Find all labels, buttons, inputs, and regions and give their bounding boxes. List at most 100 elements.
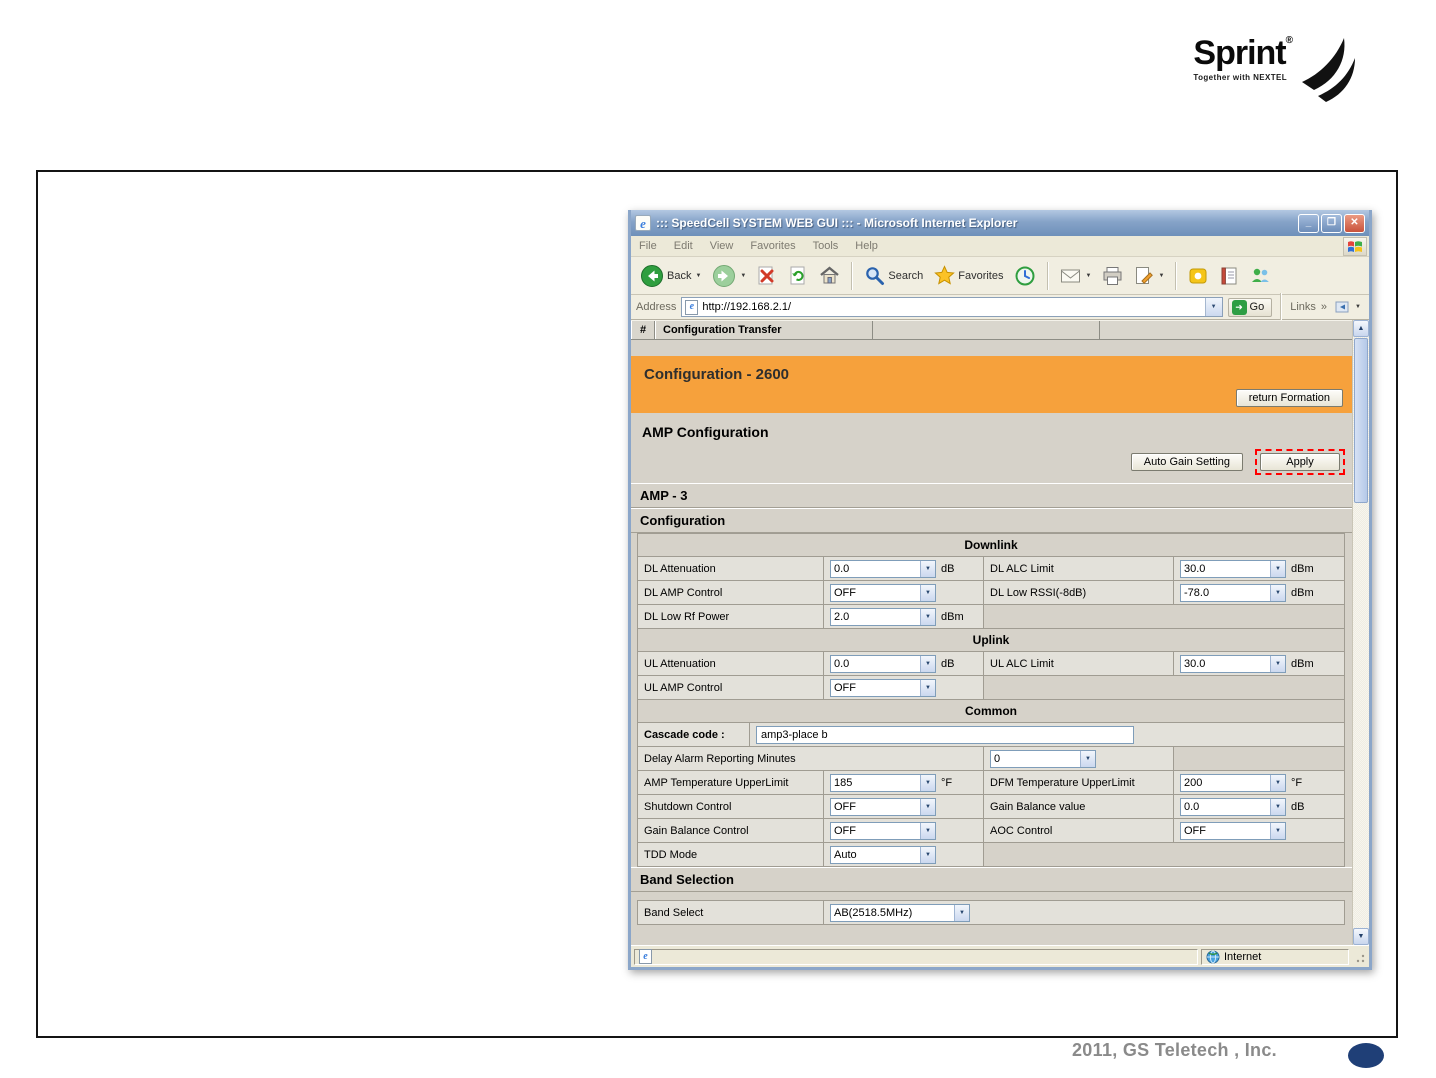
print-button[interactable] xyxy=(1099,264,1126,288)
search-button[interactable]: Search xyxy=(861,263,926,288)
scroll-up-button[interactable]: ▲ xyxy=(1353,320,1369,337)
apply-button[interactable]: Apply xyxy=(1260,453,1340,471)
footer-credit: 2011, GS Teletech , Inc. xyxy=(1072,1040,1277,1061)
dfm-temperature-upperlimit-select[interactable]: 200▼ xyxy=(1180,774,1286,792)
amp-temperature-upperlimit-label: AMP Temperature UpperLimit xyxy=(638,771,824,794)
menu-bar: File Edit View Favorites Tools Help xyxy=(631,236,1369,257)
journal-icon xyxy=(1219,266,1239,286)
ul-attenuation-select[interactable]: 0.0▼ xyxy=(830,655,936,673)
history-icon xyxy=(1014,265,1036,287)
select-value: 30.0 xyxy=(1181,656,1270,672)
vertical-scrollbar[interactable]: ▲ ▼ xyxy=(1352,320,1369,945)
favorites-button[interactable]: Favorites xyxy=(931,263,1006,288)
dl-low-rssi-select[interactable]: -78.0▼ xyxy=(1180,584,1286,602)
empty-cell xyxy=(1174,747,1344,770)
page-icon: e xyxy=(685,300,698,315)
tdd-mode-select[interactable]: Auto▼ xyxy=(830,846,936,864)
amp-configuration-title: AMP Configuration xyxy=(631,413,1352,440)
dl-attenuation-select[interactable]: 0.0▼ xyxy=(830,560,936,578)
chevron-down-icon: ▼ xyxy=(920,775,935,791)
auto-gain-setting-button[interactable]: Auto Gain Setting xyxy=(1131,453,1243,471)
sprint-swoosh-icon xyxy=(1300,36,1358,104)
close-button[interactable]: ✕ xyxy=(1344,214,1365,233)
menu-item-tools[interactable]: Tools xyxy=(813,240,839,252)
nav-hash-cell[interactable]: # xyxy=(631,321,655,339)
dl-alc-limit-select[interactable]: 30.0▼ xyxy=(1180,560,1286,578)
refresh-button[interactable] xyxy=(785,264,811,288)
band-selection-table: Band Select AB(2518.5MHz)▼ xyxy=(637,900,1345,925)
edit-icon xyxy=(1134,266,1154,286)
scroll-down-button[interactable]: ▼ xyxy=(1353,928,1369,945)
select-value: 2.0 xyxy=(831,609,920,625)
messenger-people-icon xyxy=(1250,266,1271,286)
scrollbar-thumb[interactable] xyxy=(1354,338,1368,503)
table-row: UL AMP Control OFF▼ xyxy=(638,675,1344,699)
menu-item-file[interactable]: File xyxy=(639,240,657,252)
forward-button[interactable]: ▼ xyxy=(709,262,749,290)
back-button[interactable]: Back ▼ xyxy=(637,262,704,290)
address-dropdown-button[interactable]: ▼ xyxy=(1205,298,1222,316)
nav-tab-configuration-transfer[interactable]: Configuration Transfer xyxy=(655,321,873,339)
favorites-star-icon xyxy=(934,265,955,286)
journal-button[interactable] xyxy=(1216,264,1242,288)
browser-window: e ::: SpeedCell SYSTEM WEB GUI ::: - Mic… xyxy=(628,210,1372,970)
select-value: 30.0 xyxy=(1181,561,1270,577)
links-label: Links xyxy=(1290,301,1316,313)
address-url: http://192.168.2.1/ xyxy=(702,301,1204,313)
menu-item-edit[interactable]: Edit xyxy=(674,240,693,252)
edit-button[interactable]: ▼ xyxy=(1131,264,1167,288)
page-title: Configuration - 2600 xyxy=(631,356,1352,383)
ul-alc-limit-select[interactable]: 30.0▼ xyxy=(1180,655,1286,673)
menu-item-view[interactable]: View xyxy=(710,240,734,252)
select-value: Auto xyxy=(831,847,920,863)
title-bar[interactable]: e ::: SpeedCell SYSTEM WEB GUI ::: - Mic… xyxy=(631,210,1369,236)
minimize-button[interactable]: _ xyxy=(1298,214,1319,233)
address-bar: Address e http://192.168.2.1/ ▼ ➜ Go Lin… xyxy=(631,295,1369,320)
links-extra-icon xyxy=(1335,300,1351,314)
messenger-button[interactable] xyxy=(1247,264,1274,288)
stop-button[interactable] xyxy=(754,264,780,288)
amp-temperature-upperlimit-select[interactable]: 185▼ xyxy=(830,774,936,792)
resize-grip[interactable] xyxy=(1352,950,1366,964)
status-zone-label: Internet xyxy=(1224,951,1261,963)
links-menu[interactable]: Links » xyxy=(1290,301,1327,313)
band-select-select[interactable]: AB(2518.5MHz)▼ xyxy=(830,904,970,922)
gain-balance-value-select[interactable]: 0.0▼ xyxy=(1180,798,1286,816)
dl-low-rf-power-select[interactable]: 2.0▼ xyxy=(830,608,936,626)
ul-amp-control-select[interactable]: OFF▼ xyxy=(830,679,936,697)
page-number-oval xyxy=(1348,1043,1384,1068)
scrollbar-track[interactable] xyxy=(1353,504,1369,928)
browser-viewport: # Configuration Transfer Configuration -… xyxy=(631,320,1369,945)
maximize-button[interactable]: ❐ xyxy=(1321,214,1342,233)
toolbar-separator xyxy=(851,262,853,290)
chevron-down-icon: ▼ xyxy=(954,905,969,921)
history-button[interactable] xyxy=(1011,263,1039,289)
address-label: Address xyxy=(636,301,676,313)
spacer xyxy=(631,340,1352,356)
delay-alarm-select[interactable]: 0▼ xyxy=(990,750,1096,768)
address-input[interactable]: e http://192.168.2.1/ ▼ xyxy=(681,297,1222,317)
dl-amp-control-select[interactable]: OFF▼ xyxy=(830,584,936,602)
home-button[interactable] xyxy=(816,263,843,288)
section-band-selection: Band Selection xyxy=(631,867,1352,892)
chevron-down-icon: ▼ xyxy=(920,847,935,863)
return-formation-button[interactable]: return Formation xyxy=(1236,389,1343,407)
cascade-code-input[interactable]: amp3-place b xyxy=(756,726,1134,744)
cascade-code-label: Cascade code : xyxy=(638,723,750,746)
table-row: Delay Alarm Reporting Minutes 0▼ xyxy=(638,746,1344,770)
shutdown-control-select[interactable]: OFF▼ xyxy=(830,798,936,816)
menu-item-favorites[interactable]: Favorites xyxy=(750,240,795,252)
chevron-down-icon: ▼ xyxy=(1270,775,1285,791)
messenger-yellow-button[interactable] xyxy=(1185,264,1211,288)
mail-button[interactable]: ▼ xyxy=(1057,265,1094,287)
gain-balance-value-label: Gain Balance value xyxy=(984,795,1174,818)
table-row: Band Select AB(2518.5MHz)▼ xyxy=(638,901,1344,924)
aoc-control-select[interactable]: OFF▼ xyxy=(1180,822,1286,840)
links-extra-button[interactable]: ▼ xyxy=(1332,298,1364,316)
empty-cell xyxy=(984,676,1344,699)
shutdown-control-label: Shutdown Control xyxy=(638,795,824,818)
menu-item-help[interactable]: Help xyxy=(855,240,878,252)
ie-logo-icon: e xyxy=(635,215,651,231)
gain-balance-control-select[interactable]: OFF▼ xyxy=(830,822,936,840)
go-button[interactable]: ➜ Go xyxy=(1228,298,1273,317)
